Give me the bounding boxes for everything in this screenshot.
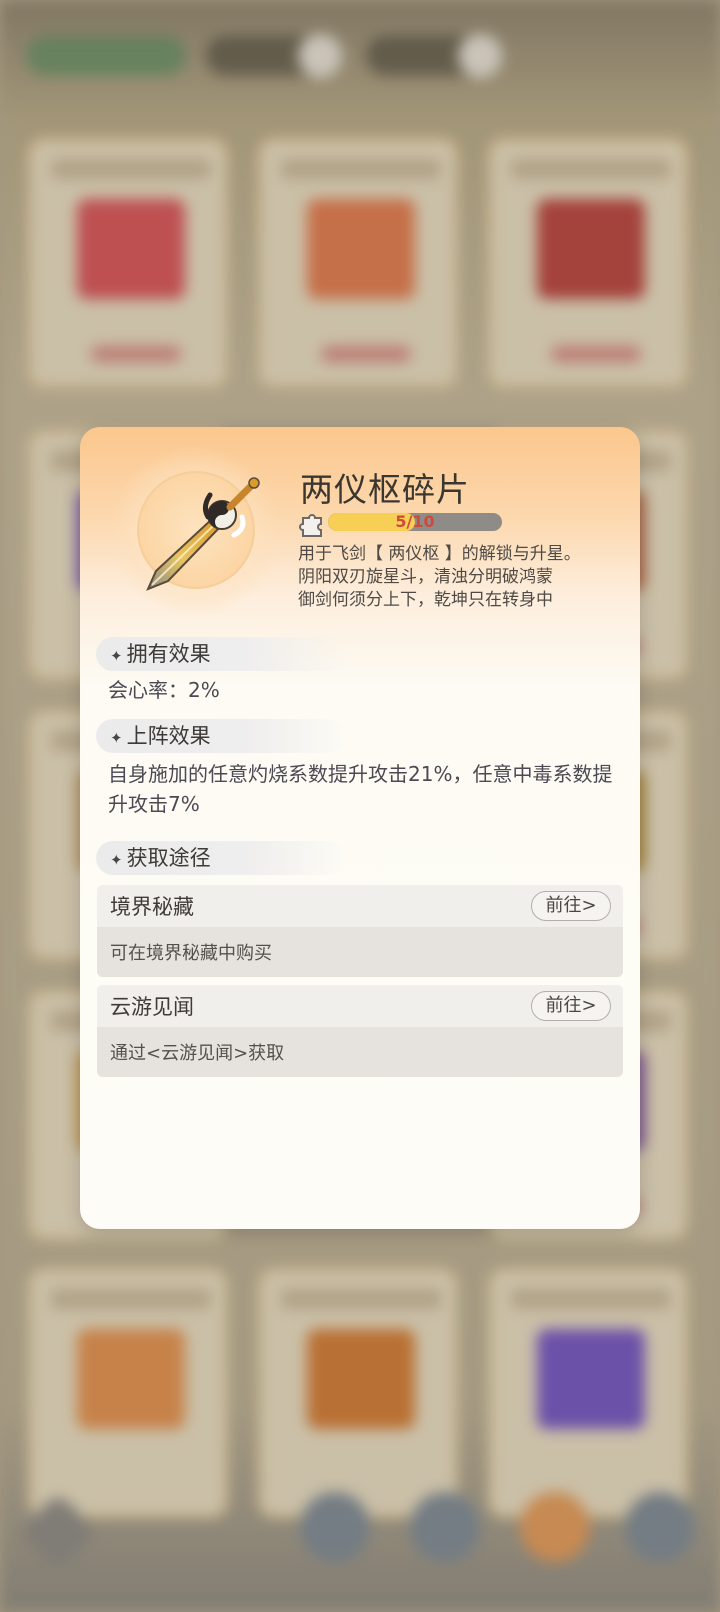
diamond-star-icon: ✦: [110, 851, 123, 869]
route-header: 境界秘藏 前往>: [97, 885, 623, 927]
description-line: 用于飞剑【 两仪枢 】的解锁与升星。: [298, 544, 581, 564]
route-header: 云游见闻 前往>: [97, 985, 623, 1027]
section-header-deployed: ✦ 上阵效果: [96, 719, 346, 753]
route-description: 通过<云游见闻>获取: [110, 1043, 285, 1064]
section-title: 拥有效果: [126, 642, 211, 666]
puzzle-piece-icon: [299, 514, 322, 537]
route-name: 境界秘藏: [110, 895, 194, 919]
acquire-route: 云游见闻 前往> 通过<云游见闻>获取: [97, 985, 623, 1077]
sword-icon: [146, 477, 260, 591]
description-line: 御剑何须分上下，乾坤只在转身中: [298, 590, 553, 610]
section-title: 获取途径: [126, 846, 211, 870]
goto-button[interactable]: 前往>: [531, 991, 611, 1021]
section-header-owned: ✦ 拥有效果: [96, 637, 346, 671]
goto-button[interactable]: 前往>: [531, 891, 611, 921]
item-description: 用于飞剑【 两仪枢 】的解锁与升星。 阴阳双刃旋星斗，清浊分明破鸿蒙 御剑何须分…: [298, 543, 618, 612]
item-title: 两仪枢碎片: [300, 470, 470, 509]
diamond-star-icon: ✦: [110, 729, 123, 747]
deployed-effect-text: 自身施加的任意灼烧系数提升攻击21%，任意中毒系数提升攻击7%: [108, 762, 613, 816]
route-description: 可在境界秘藏中购买: [110, 943, 272, 964]
owned-effect-text: 会心率：2%: [108, 678, 220, 702]
progress-text: 5/10: [395, 513, 435, 531]
fragment-progress-bar: 5/10: [328, 513, 502, 531]
section-header-acquire: ✦ 获取途径: [96, 841, 346, 875]
item-detail-popup: 两仪枢碎片 5/10 用于飞剑【 两仪枢 】的解锁与升星。 阴阳双刃旋星斗，清浊…: [80, 427, 640, 1229]
route-body: 通过<云游见闻>获取: [97, 1027, 623, 1077]
section-title: 上阵效果: [126, 724, 211, 748]
description-line: 阴阳双刃旋星斗，清浊分明破鸿蒙: [298, 567, 553, 587]
acquire-route: 境界秘藏 前往> 可在境界秘藏中购买: [97, 885, 623, 977]
route-name: 云游见闻: [110, 995, 194, 1019]
diamond-star-icon: ✦: [110, 647, 123, 665]
item-icon-frame: [110, 447, 280, 617]
route-body: 可在境界秘藏中购买: [97, 927, 623, 977]
